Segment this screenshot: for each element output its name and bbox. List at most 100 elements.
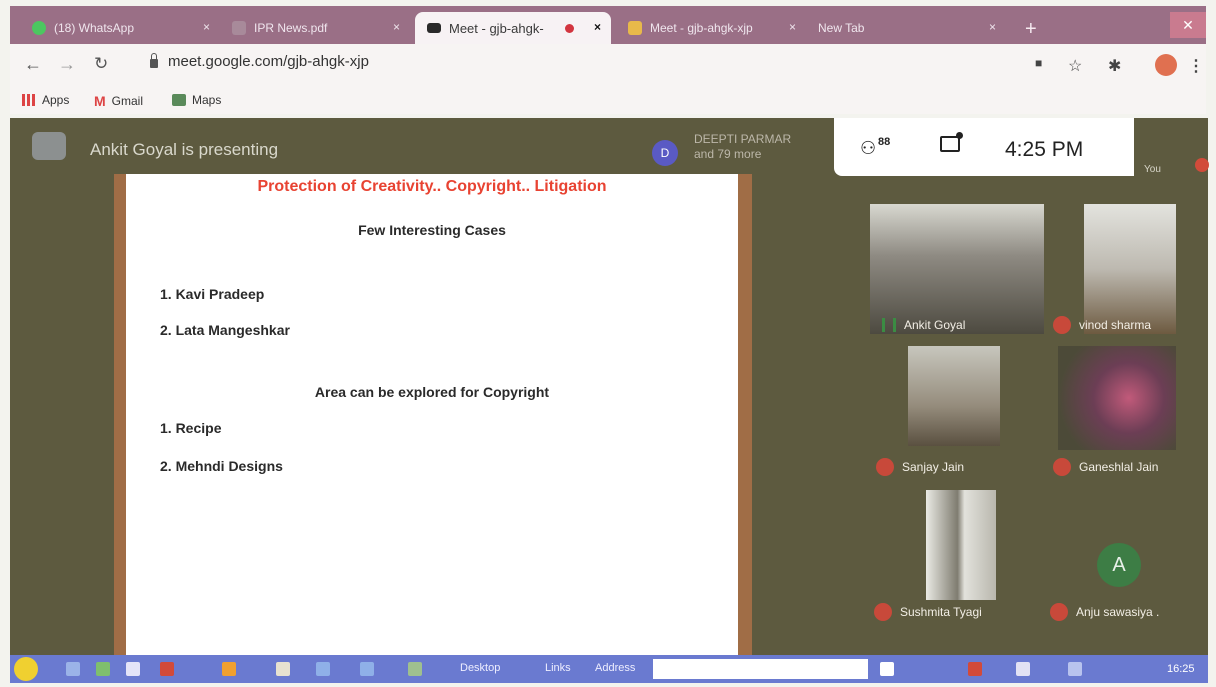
address-bar[interactable]: meet.google.com/gjb-ahgk-xjp — [150, 53, 369, 70]
address-toolbar-label: Address — [595, 662, 636, 674]
browser-toolbar: ← → ↻ meet.google.com/gjb-ahgk-xjp ■ ☆ ✱… — [10, 44, 1206, 88]
close-icon[interactable]: × — [203, 20, 210, 34]
taskbar-app-icon[interactable] — [276, 662, 290, 676]
meeting-info-card: ⚇ 88 4:25 PM — [834, 118, 1134, 176]
slide-heading: Few Interesting Cases — [358, 222, 506, 238]
close-icon[interactable]: × — [789, 20, 796, 34]
extensions-icon[interactable]: ✱ — [1108, 56, 1121, 76]
bookmark-maps[interactable]: Maps — [172, 93, 221, 107]
participant-name: Anju sawasiya . — [1076, 605, 1160, 619]
slide-title: Protection of Creativity.. Copyright.. L… — [257, 178, 607, 195]
participant-video-tile[interactable] — [926, 490, 996, 600]
taskbar-clock: 16:25 — [1167, 663, 1195, 675]
apps-icon — [22, 94, 36, 106]
meet-icon — [427, 23, 441, 33]
presentation-slide: Protection of Creativity.. Copyright.. L… — [126, 174, 738, 655]
quicklaunch-icon[interactable] — [96, 662, 110, 676]
bookmark-label: Maps — [192, 93, 222, 107]
tab-meet[interactable]: Meet - gjb-ahgk-xjp × — [616, 12, 806, 44]
participant-video-tile[interactable] — [870, 204, 1044, 334]
meet-stage: Ankit Goyal is presenting D DEEPTI PARMA… — [10, 118, 1209, 655]
profile-avatar[interactable] — [1155, 54, 1177, 76]
participant-name: Ankit Goyal — [904, 318, 966, 332]
you-label: You — [1144, 164, 1161, 175]
ie-icon[interactable] — [126, 662, 140, 676]
mic-off-icon — [874, 603, 892, 621]
start-icon[interactable] — [14, 657, 38, 681]
tab-strip: (18) WhatsApp × IPR News.pdf × Meet - gj… — [10, 6, 1206, 44]
meet-logo-icon — [32, 132, 66, 160]
bookmark-gmail[interactable]: M Gmail — [94, 93, 143, 109]
bookmark-label: Gmail — [111, 94, 144, 108]
presenter-avatar: D — [652, 140, 678, 166]
window-close-button[interactable]: ✕ — [1170, 12, 1206, 38]
tab-whatsapp[interactable]: (18) WhatsApp × — [20, 12, 220, 44]
taskbar-app-icon[interactable] — [316, 662, 330, 676]
new-tab-button[interactable]: + — [1025, 18, 1037, 41]
slide-list-item: 2. Lata Mangeshkar — [160, 322, 290, 338]
participant-name-label: Ankit Goyal — [882, 318, 965, 332]
forward-icon[interactable]: → — [58, 54, 76, 75]
participant-name-label: vinod sharma — [1053, 316, 1151, 334]
recording-icon — [565, 24, 574, 33]
participant-name: Sushmita Tyagi — [900, 605, 982, 619]
tray-icon[interactable] — [968, 662, 982, 676]
back-icon[interactable]: ← — [24, 54, 42, 75]
bookmark-apps[interactable]: Apps — [22, 93, 69, 107]
links-toolbar-label[interactable]: Links — [545, 662, 571, 674]
close-icon[interactable]: × — [989, 20, 996, 34]
bookmark-label: Apps — [42, 93, 70, 107]
mic-on-icon — [882, 318, 896, 332]
camera-icon[interactable]: ■ — [1035, 56, 1042, 70]
go-icon[interactable] — [880, 662, 894, 676]
mic-off-icon — [1053, 316, 1071, 334]
mic-off-icon — [1195, 158, 1209, 172]
gmail-icon: M — [94, 93, 106, 109]
tab-label: IPR News.pdf — [254, 21, 328, 35]
reload-icon[interactable]: ↻ — [94, 54, 108, 74]
tab-label: (18) WhatsApp — [54, 21, 135, 35]
meet-icon — [628, 21, 642, 35]
tray-icon[interactable] — [1016, 662, 1030, 676]
slide-heading: Area can be explored for Copyright — [314, 384, 550, 400]
participant-name-label: Sushmita Tyagi — [874, 603, 982, 621]
url-text: meet.google.com/gjb-ahgk-xjp — [168, 53, 369, 70]
slide-list-item: 2. Mehndi Designs — [160, 458, 283, 474]
people-icon[interactable]: ⚇ — [860, 138, 876, 159]
participant-video-tile[interactable] — [1084, 204, 1176, 334]
bookmarks-bar: Apps M Gmail Maps — [10, 88, 1206, 114]
close-icon[interactable]: × — [594, 20, 601, 34]
close-icon[interactable]: × — [393, 20, 400, 34]
tray-icon[interactable] — [1068, 662, 1082, 676]
desktop-toolbar-label[interactable]: Desktop — [460, 662, 500, 674]
mic-off-icon — [876, 458, 894, 476]
taskbar-address-input[interactable] — [653, 659, 868, 679]
taskbar-app-icon[interactable] — [408, 662, 422, 676]
people-count: 88 — [878, 136, 891, 148]
quicklaunch-icon[interactable] — [222, 662, 236, 676]
os-taskbar: Desktop Links Address 16:25 — [10, 655, 1208, 683]
whatsapp-icon — [32, 21, 46, 35]
quicklaunch-icon[interactable] — [160, 662, 174, 676]
tab-ipr-news[interactable]: IPR News.pdf × — [220, 12, 410, 44]
mic-off-icon — [1053, 458, 1071, 476]
taskbar-app-icon[interactable] — [360, 662, 374, 676]
participant-name: Ganeshlal Jain — [1079, 460, 1159, 474]
participant-name: Sanjay Jain — [902, 460, 965, 474]
chat-notification-dot — [956, 132, 963, 139]
star-icon[interactable]: ☆ — [1068, 56, 1082, 76]
quicklaunch-icon[interactable] — [66, 662, 80, 676]
participant-video-tile[interactable] — [1058, 346, 1176, 450]
participant-avatar: A — [1097, 543, 1141, 587]
pdf-icon — [232, 21, 246, 35]
tab-meet-active[interactable]: Meet - gjb-ahgk- × — [415, 12, 611, 44]
meeting-clock: 4:25 PM — [1005, 138, 1084, 161]
menu-icon[interactable]: ⋮ — [1188, 56, 1204, 76]
tab-label: Meet - gjb-ahgk-xjp — [650, 21, 753, 35]
tab-new-tab[interactable]: New Tab × — [806, 12, 1006, 44]
participant-name-label: Ganeshlal Jain — [1053, 458, 1158, 476]
mic-off-icon — [1050, 603, 1068, 621]
participant-video-tile[interactable] — [908, 346, 1000, 446]
presenter-name: DEEPTI PARMAR and 79 more — [694, 132, 791, 162]
lock-icon — [150, 53, 158, 68]
